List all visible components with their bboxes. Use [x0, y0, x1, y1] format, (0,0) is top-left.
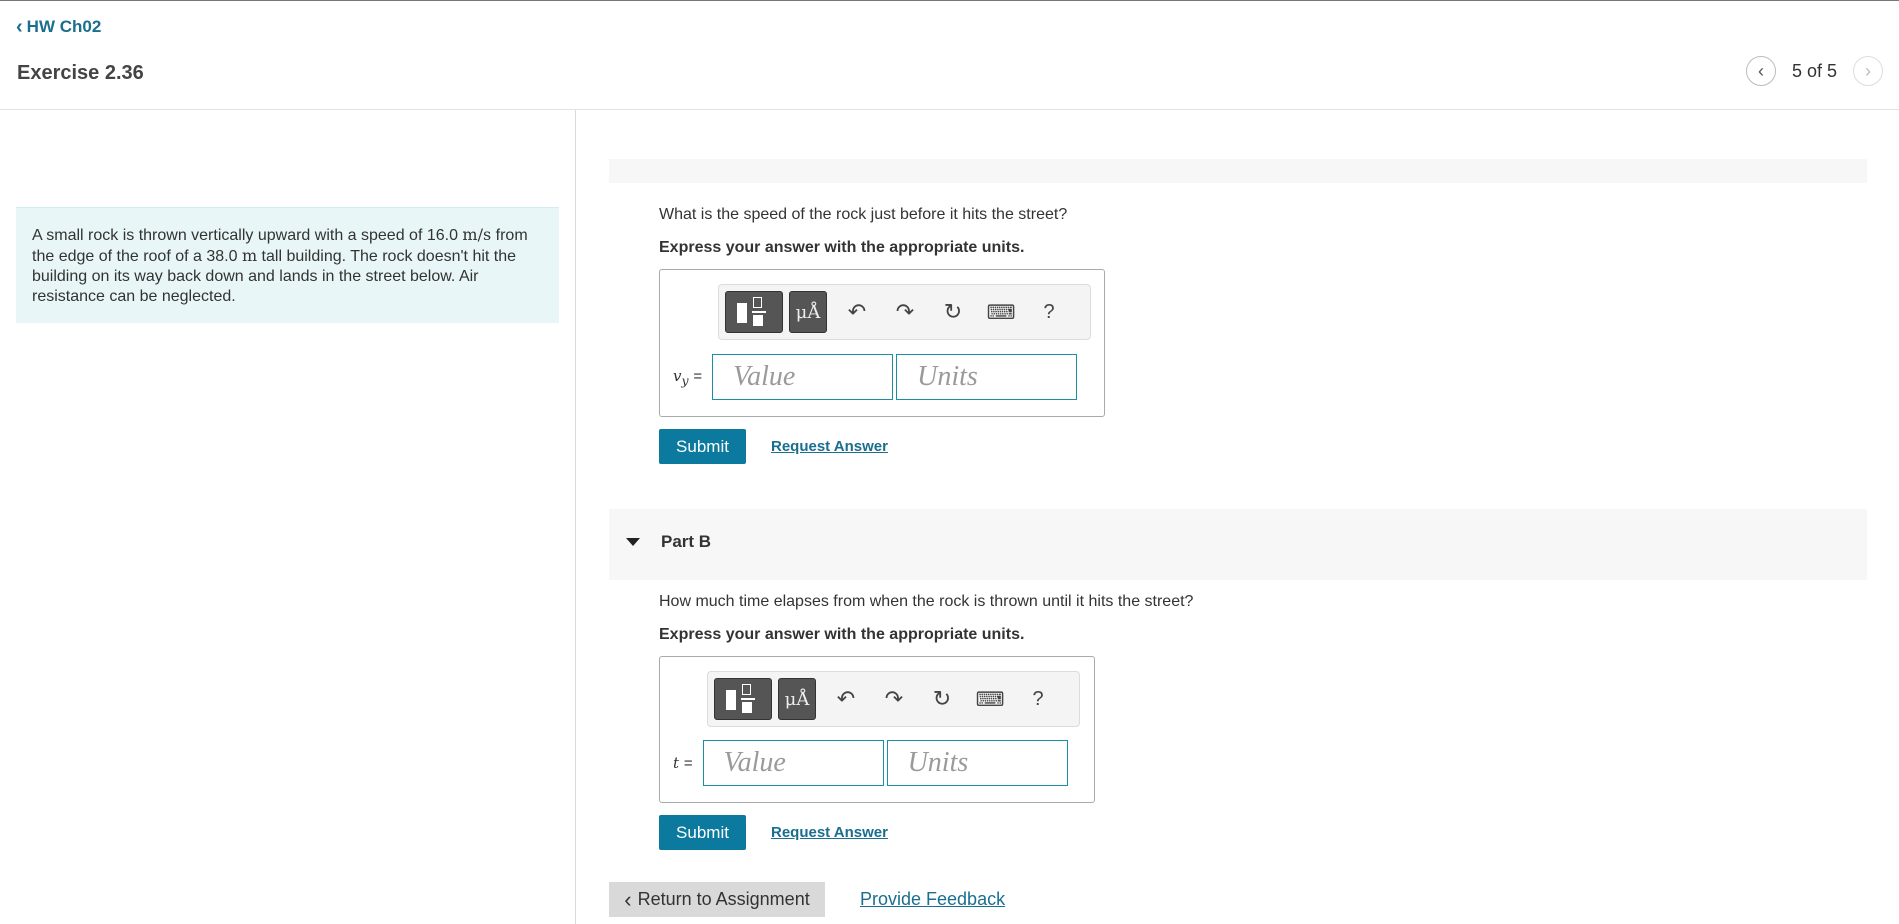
page-footer: ‹ Return to Assignment Provide Feedback — [609, 882, 1005, 917]
keyboard-button[interactable]: ⌨ — [966, 687, 1014, 712]
reset-button[interactable]: ↻ — [918, 686, 966, 712]
part-a-band — [609, 159, 1867, 183]
next-button[interactable]: › — [1853, 56, 1883, 86]
mu-angstrom-icon: μÅ — [795, 301, 821, 323]
pager-text: 5 of 5 — [1791, 60, 1837, 81]
chevron-left-icon: ‹ — [624, 886, 632, 912]
part-a-answer-box: μÅ ↶ ↷ ↻ ⌨ ? vy = — [659, 269, 1105, 417]
units-input[interactable] — [886, 740, 1068, 786]
part-b-answer-box: μÅ ↶ ↷ ↻ ⌨ ? t = — [659, 656, 1095, 803]
pager: ‹ 5 of 5 › — [1745, 56, 1883, 86]
part-b-actions: Submit Request Answer — [659, 815, 1867, 850]
undo-icon: ↶ — [847, 299, 867, 324]
variable-symbol: t — [673, 754, 680, 772]
submit-button[interactable]: Submit — [659, 815, 746, 850]
problem-text: A small rock is thrown vertically upward… — [32, 227, 463, 244]
reset-button[interactable]: ↻ — [929, 299, 977, 325]
help-button[interactable]: ? — [1025, 301, 1073, 324]
fraction-template-icon — [737, 297, 771, 327]
part-a: What is the speed of the rock just befor… — [609, 206, 1867, 464]
keyboard-icon: ⌨ — [975, 688, 1005, 711]
undo-icon: ↶ — [836, 686, 856, 711]
back-link-label: HW Ch02 — [26, 17, 102, 36]
column-divider — [575, 110, 576, 924]
request-answer-link[interactable]: Request Answer — [771, 438, 888, 455]
equals-sign: = — [683, 755, 693, 772]
templates-button[interactable] — [725, 291, 783, 333]
variable-subscript: y — [681, 372, 689, 388]
part-b-header[interactable]: Part B — [609, 509, 1867, 580]
part-b-label: Part B — [661, 531, 712, 551]
undo-button[interactable]: ↶ — [833, 299, 881, 325]
unit-speed: m/s — [462, 225, 492, 244]
help-icon: ? — [1043, 300, 1055, 323]
value-input[interactable] — [712, 354, 894, 400]
chevron-right-icon: › — [1865, 60, 1871, 81]
symbols-button[interactable]: μÅ — [789, 291, 827, 333]
redo-icon: ↷ — [884, 686, 904, 711]
return-label: Return to Assignment — [637, 889, 810, 909]
reset-icon: ↻ — [932, 686, 952, 711]
part-a-question: What is the speed of the rock just befor… — [659, 206, 1068, 223]
unit-length: m — [241, 246, 258, 265]
templates-button[interactable] — [714, 678, 772, 720]
back-to-assignment-link[interactable]: ‹ HW Ch02 — [16, 17, 101, 37]
chevron-left-icon: ‹ — [16, 16, 23, 38]
variable-label: t = — [673, 754, 693, 772]
keyboard-button[interactable]: ⌨ — [977, 300, 1025, 325]
part-a-instruction: Express your answer with the appropriate… — [659, 239, 1025, 256]
part-a-input-row: vy = — [673, 354, 1080, 400]
mu-angstrom-icon: μÅ — [784, 688, 810, 710]
part-b-input-row: t = — [673, 740, 1071, 786]
part-a-actions: Submit Request Answer — [659, 429, 1867, 464]
fraction-template-icon — [726, 684, 760, 714]
help-button[interactable]: ? — [1014, 688, 1062, 711]
value-input[interactable] — [702, 740, 884, 786]
problem-statement: A small rock is thrown vertically upward… — [16, 207, 559, 323]
symbols-button[interactable]: μÅ — [778, 678, 816, 720]
submit-button[interactable]: Submit — [659, 429, 746, 464]
math-toolbar: μÅ ↶ ↷ ↻ ⌨ ? — [718, 284, 1091, 340]
keyboard-icon: ⌨ — [986, 301, 1016, 324]
undo-button[interactable]: ↶ — [822, 686, 870, 712]
math-toolbar: μÅ ↶ ↷ ↻ ⌨ ? — [707, 671, 1080, 727]
main-content: What is the speed of the rock just befor… — [609, 159, 1867, 850]
part-b-question: How much time elapses from when the rock… — [659, 593, 1194, 610]
help-icon: ? — [1032, 687, 1044, 710]
redo-button[interactable]: ↷ — [870, 686, 918, 712]
part-b: How much time elapses from when the rock… — [609, 593, 1867, 850]
part-b-instruction: Express your answer with the appropriate… — [659, 626, 1025, 643]
redo-icon: ↷ — [895, 299, 915, 324]
provide-feedback-link[interactable]: Provide Feedback — [860, 889, 1005, 910]
page-header: ‹ HW Ch02 Exercise 2.36 ‹ 5 of 5 › — [0, 1, 1899, 110]
caret-down-icon — [626, 537, 640, 546]
reset-icon: ↻ — [943, 299, 963, 324]
chevron-left-icon: ‹ — [1757, 60, 1764, 81]
equals-sign: = — [693, 367, 703, 385]
previous-button[interactable]: ‹ — [1745, 56, 1776, 86]
redo-button[interactable]: ↷ — [881, 299, 929, 325]
variable-label: vy = — [673, 367, 702, 388]
return-to-assignment-button[interactable]: ‹ Return to Assignment — [609, 882, 825, 917]
request-answer-link[interactable]: Request Answer — [771, 824, 888, 841]
units-input[interactable] — [896, 354, 1078, 400]
page-title: Exercise 2.36 — [17, 62, 144, 84]
